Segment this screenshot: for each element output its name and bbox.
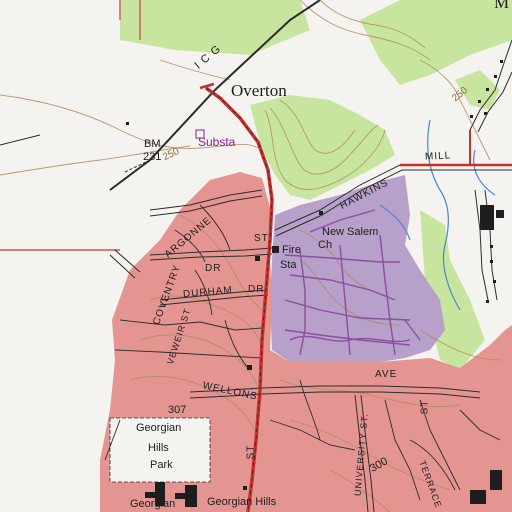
road-label-dr-2: DR	[248, 284, 265, 295]
place-label-new-salem: New Salem	[322, 226, 379, 238]
map-graphics	[0, 0, 512, 512]
road-label-ave: AVE	[375, 369, 398, 380]
park-label-georgian: Georgian	[136, 422, 182, 434]
benchmark-label-elev: 231	[143, 151, 162, 163]
fire-station-building	[272, 246, 279, 253]
place-label-new-salem-ch: Ch	[318, 239, 333, 251]
place-label-top-right: M	[494, 0, 510, 12]
road-label-st-top: ST	[254, 233, 269, 244]
place-label-substa: Substa	[198, 135, 236, 149]
road-label-mill: MILL	[424, 150, 452, 163]
road-label-st-main: ST	[245, 444, 257, 460]
place-label-sta: Sta	[280, 259, 297, 271]
place-label-overton: Overton	[231, 81, 287, 100]
park-label-park: Park	[150, 459, 173, 471]
church-building	[319, 211, 323, 215]
place-label-fire: Fire	[282, 244, 301, 256]
benchmark-label-bm: BM	[144, 138, 161, 150]
park-label-hills: Hills	[148, 442, 169, 454]
road-label-dr-1: DR	[205, 263, 222, 274]
elevation-label-307: 307	[168, 404, 187, 416]
topographic-map[interactable]: Overton New Salem Ch Fire Sta Substa BM …	[0, 0, 512, 512]
school-label-georgian-hills: Georgian Hills	[207, 496, 277, 508]
road-label-st-right: ST	[419, 399, 431, 415]
school-label-georgian: Georgian	[130, 498, 176, 510]
